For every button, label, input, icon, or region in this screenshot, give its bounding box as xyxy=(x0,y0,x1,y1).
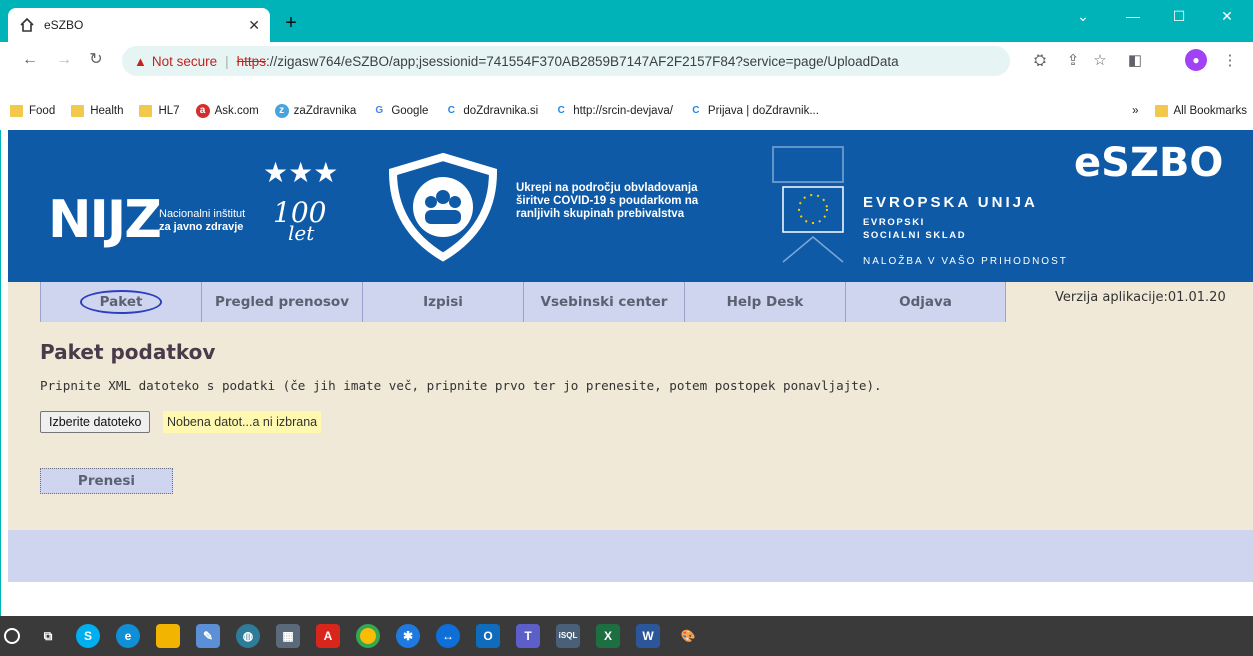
app-title: eSZBO xyxy=(1074,140,1224,186)
all-bookmarks[interactable]: All Bookmarks xyxy=(1154,105,1247,117)
new-tab-button[interactable]: + xyxy=(280,13,302,35)
nijz-logo: NIJZ xyxy=(48,190,162,250)
excel-icon[interactable]: X xyxy=(596,624,620,648)
choose-file-button[interactable]: Izberite datoteko xyxy=(40,411,151,433)
bookmark-ask[interactable]: a Ask.com xyxy=(195,104,259,118)
folder-icon xyxy=(10,105,23,117)
page-description: Pripnite XML datoteko s podatki (če jih … xyxy=(40,378,882,393)
acrobat-icon[interactable]: A xyxy=(316,624,340,648)
nijz-subtitle: Nacionalni inštitut za javno zdravje xyxy=(159,208,246,233)
window-left-edge xyxy=(0,130,8,616)
footer-band xyxy=(8,530,1253,582)
tab-title: eSZBO xyxy=(44,18,84,32)
shield-app-icon[interactable]: ✱ xyxy=(396,624,420,648)
bookmark-srcin[interactable]: Chttp://srcin-devjava/ xyxy=(554,104,673,118)
back-icon[interactable]: ← xyxy=(20,51,40,71)
upload-panel: Paket podatkov Pripnite XML datoteko s p… xyxy=(8,322,1253,530)
svg-text:★★★: ★★★ xyxy=(263,156,338,189)
skype-icon[interactable]: S xyxy=(76,624,100,648)
star-icon[interactable]: ☆ xyxy=(1090,51,1110,71)
folder-icon xyxy=(139,105,153,117)
side-panel-icon[interactable]: ◧ xyxy=(1125,51,1145,71)
url-scheme: https xyxy=(236,53,266,69)
site-banner: NIJZ Nacionalni inštitut za javno zdravj… xyxy=(8,130,1253,282)
teamviewer-icon[interactable]: ↔ xyxy=(436,624,460,648)
menu-paket[interactable]: Paket xyxy=(40,282,201,322)
bookmark-hl7[interactable]: HL7 xyxy=(139,105,180,117)
svg-text:let: let xyxy=(288,221,315,242)
browser-toolbar: ← → ↻ ▲ Not secure | https ://zigasw764/… xyxy=(0,42,1253,78)
anniversary-logo: ★★★ 100 let xyxy=(263,156,338,242)
close-window-button[interactable]: ✕ xyxy=(1212,8,1242,25)
bookmarks-overflow[interactable]: » xyxy=(1132,105,1138,117)
project-description: Ukrepi na področju obvladovanja širitve … xyxy=(516,182,699,220)
dozdravnika-icon: C xyxy=(688,104,703,118)
url-text: ://zigasw764/eSZBO/app;jsessionid=741554… xyxy=(265,53,899,69)
file-explorer-icon[interactable] xyxy=(156,624,180,648)
eu-title: EVROPSKA UNIJA xyxy=(863,194,1038,211)
not-secure-label: Not secure xyxy=(151,53,218,69)
chrome-icon[interactable] xyxy=(356,624,380,648)
folder-icon xyxy=(71,105,85,117)
globe-icon[interactable]: ◍ xyxy=(236,624,260,648)
forward-icon[interactable]: → xyxy=(54,51,74,71)
bookmark-google[interactable]: G Google xyxy=(372,104,428,118)
home-icon xyxy=(20,17,34,32)
search-icon[interactable] xyxy=(4,628,20,644)
covid-shield-logo xyxy=(388,152,498,262)
dozdravnika-icon: C xyxy=(554,104,569,118)
task-view-icon[interactable]: ⧉ xyxy=(36,624,60,648)
warning-icon: ▲ xyxy=(134,53,147,69)
ask-icon: a xyxy=(195,104,210,118)
menu-izpisi[interactable]: Izpisi xyxy=(362,282,523,322)
share-icon[interactable]: ⇪ xyxy=(1063,51,1083,71)
menu-help-desk[interactable]: Help Desk xyxy=(684,282,845,322)
edge-icon[interactable]: e xyxy=(116,624,140,648)
menu-pregled-prenosov[interactable]: Pregled prenosov xyxy=(201,282,362,322)
translate-icon[interactable]: ⛭ xyxy=(1030,51,1050,71)
upload-button[interactable]: Prenesi xyxy=(40,468,173,494)
notes-icon[interactable]: ✎ xyxy=(196,624,220,648)
tab-search-icon[interactable]: ⌄ xyxy=(1068,8,1098,25)
bookmark-dozdravnika[interactable]: CdoZdravnika.si xyxy=(444,104,538,118)
calculator-icon[interactable]: ▦ xyxy=(276,624,300,648)
teams-icon[interactable]: T xyxy=(516,624,540,648)
menu-vsebinski-center[interactable]: Vsebinski center xyxy=(523,282,684,322)
reload-icon[interactable]: ↻ xyxy=(86,51,106,71)
isql-icon[interactable]: iSQL xyxy=(556,624,580,648)
eu-fund: EVROPSKI SOCIALNI SKLAD xyxy=(863,217,967,241)
eu-flag-logo xyxy=(772,146,844,263)
address-bar[interactable]: ▲ Not secure | https ://zigasw764/eSZBO/… xyxy=(122,46,1010,76)
zazdravnika-icon: z xyxy=(274,104,289,118)
bookmarks-bar: Food Health HL7 a Ask.com z zaZdravnika GG… xyxy=(0,98,1253,124)
app-version: Verzija aplikacije:01.01.20 xyxy=(1055,290,1226,305)
google-icon: G xyxy=(372,104,387,118)
maximize-button[interactable]: ☐ xyxy=(1164,8,1194,25)
browser-titlebar: eSZBO ✕ + ⌄ — ☐ ✕ xyxy=(0,0,1253,42)
close-tab-icon[interactable]: ✕ xyxy=(248,17,260,34)
bookmark-zazdravnika[interactable]: z zaZdravnika xyxy=(274,104,356,118)
windows-taskbar: ⧉ S e ✎ ◍ ▦ A ✱ ↔ O T iSQL X W 🎨 xyxy=(0,616,1253,656)
bookmark-food[interactable]: Food xyxy=(10,105,55,117)
outlook-icon[interactable]: O xyxy=(476,624,500,648)
bookmark-prijava[interactable]: C Prijava | doZdravnik... xyxy=(688,104,819,118)
dozdravnika-icon: C xyxy=(444,104,459,118)
url-separator: | xyxy=(225,53,229,69)
main-menu: Paket Pregled prenosov Izpisi Vsebinski … xyxy=(8,282,1253,322)
profile-avatar[interactable]: ● xyxy=(1185,49,1207,71)
bookmark-health[interactable]: Health xyxy=(71,105,123,117)
word-icon[interactable]: W xyxy=(636,624,660,648)
eu-slogan: NALOŽBA V VAŠO PRIHODNOST xyxy=(863,256,1068,267)
minimize-button[interactable]: — xyxy=(1118,8,1148,24)
file-status: Nobena datot...a ni izbrana xyxy=(163,411,322,433)
menu-odjava[interactable]: Odjava xyxy=(845,282,1006,322)
browser-tab[interactable]: eSZBO ✕ xyxy=(8,8,270,42)
paint-icon[interactable]: 🎨 xyxy=(676,624,700,648)
folder-icon xyxy=(1154,105,1168,117)
page-title: Paket podatkov xyxy=(40,340,216,364)
menu-icon[interactable]: ⋮ xyxy=(1220,51,1240,71)
